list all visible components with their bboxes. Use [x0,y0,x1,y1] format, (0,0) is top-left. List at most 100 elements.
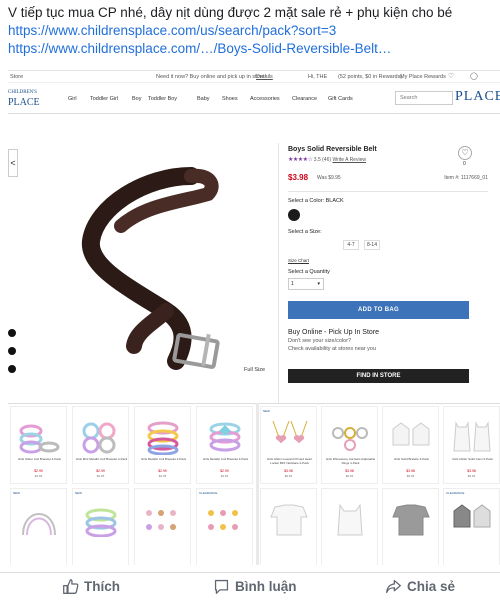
user-icon[interactable]: ◯ [470,72,478,80]
shared-screenshot[interactable]: Store Need it now? Buy online and pick u… [8,70,500,565]
product-card[interactable] [321,488,378,565]
pickup-title: Buy Online - Pick Up In Store [288,329,380,336]
nav-shoes[interactable]: Shoes [222,96,238,102]
product-title: Boys Solid Reversible Belt [288,146,377,153]
carousel-dot[interactable] [8,329,16,337]
share-label: Chia sẻ [407,578,456,594]
search-input[interactable]: Search [395,91,453,105]
nav-toddler-boy[interactable]: Toddler Boy [148,96,177,102]
divider [288,191,488,192]
cami-image [453,421,491,452]
product-card[interactable]: CLEARANCE [443,488,500,565]
post-message: V tiếp tục mua CP nhé, dây nịt dùng được… [8,5,453,20]
like-button[interactable]: Thích [62,577,120,595]
share-button[interactable]: Chia sẻ [385,577,455,595]
size-chart-link[interactable]: Size Chart [288,258,488,263]
coil-bracelet-image [82,422,116,454]
quantity-label: Select a Quantity [288,269,330,275]
product-card[interactable]: NEW Girls Glitter Leopard Printed Heart … [260,406,317,484]
card-was-price: $9.95 [345,474,354,478]
product-card[interactable]: NEW [10,488,67,565]
quantity-select[interactable]: 1 ▾ [288,278,324,290]
nav-boy[interactable]: Boy [132,96,141,102]
full-size-link[interactable]: Full Size [244,367,265,373]
find-in-store-button[interactable]: FIND IN STORE [288,369,469,383]
nav-baby[interactable]: Baby [197,96,210,102]
color-swatch-black[interactable] [288,209,300,221]
nav-girl[interactable]: Girl [68,96,77,102]
card-price: $3.98 [284,469,293,473]
product-card[interactable] [134,488,191,565]
chevron-down-icon: ▾ [317,281,320,287]
card-was-price: $4.95 [158,474,167,478]
was-price: Was $9.95 [317,175,341,181]
nav-gift-cards[interactable]: Gift Cards [328,96,353,102]
card-was-price: $4.95 [96,474,105,478]
card-tag: CLEARANCE [446,491,465,495]
post-link-2[interactable]: https://www.childrensplace.com/…/Boys-So… [8,40,496,58]
color-label: Select a Color: BLACK [288,198,344,204]
store-link[interactable]: Store [10,74,23,80]
product-card[interactable]: Girls Glitter Solid Cami 3-Pack $3.98 $9… [443,406,500,484]
card-tag: CLEARANCE [199,491,218,495]
comment-button[interactable]: Bình luận [213,577,297,595]
card-was-price: $4.95 [220,474,229,478]
product-card[interactable]: Girls Rhinestone Cat Ears Adjustable Rin… [321,406,378,484]
price-row: $3.98 Was $9.95 Item #: 1117669_01 [288,173,488,185]
card-name: Girls Metallic Coil Bracelet 4-Pack [140,457,187,461]
shirt-image [392,504,430,536]
grid-divider [256,403,259,565]
product-info: Boys Solid Reversible Belt ★★★★☆ 3.5 (46… [288,146,488,383]
card-was-price: $9.95 [284,474,293,478]
divider [278,143,279,403]
review-count[interactable]: (46) [322,157,331,163]
nav-toddler-girl[interactable]: Toddler Girl [90,96,118,102]
carousel-dot[interactable] [8,347,16,355]
card-was-price: $9.95 [406,474,415,478]
pickup-subtitle: Don't see your size/color? [288,338,352,344]
necklace-image [272,420,308,444]
brand-wordmark: PLACE [455,89,500,104]
product-card[interactable] [260,488,317,565]
belt-image [81,167,220,370]
product-card[interactable]: Girls Metallic Coil Bracelet 4-Pack $2.9… [196,406,253,484]
coil-bracelet-image [209,422,241,452]
product-card[interactable]: Girls Glitter Coil Bracelet 4-Pack $2.99… [10,406,67,484]
card-name: Girls Glitter Solid Cami 3-Pack [452,457,493,461]
pickup-subtitle-2: Check availability at stores near you [288,346,377,352]
rating-value: 3.5 [313,157,321,163]
earrings-image [208,510,238,530]
product-card[interactable] [382,488,439,565]
product-card[interactable]: CLEARANCE [196,488,253,565]
product-card[interactable]: NEW [72,488,129,565]
size-option[interactable]: 4-7 [343,240,359,250]
nav-clearance[interactable]: Clearance [292,96,317,102]
share-icon [386,579,401,593]
size-option[interactable]: 8-14 [364,240,380,250]
post-link-1[interactable]: https://www.childrensplace.com/us/search… [8,22,496,40]
like-label: Thích [84,578,120,594]
carousel-dot[interactable] [8,365,16,373]
product-image[interactable] [36,146,276,379]
points: (52 points, $0 in Rewards) [338,74,403,80]
product-card[interactable]: Girls Metallic Coil Bracelet 4-Pack $2.9… [134,406,191,484]
card-name: Girls Glitter Leopard Printed Heart Lock… [266,457,313,465]
card-tag: NEW [263,409,270,413]
site-logo[interactable]: CHILDREN'S PLACE [8,88,48,110]
card-tag: NEW [75,491,82,495]
add-to-bag-button[interactable]: ADD TO BAG [288,301,469,319]
product-card[interactable]: Girls Solid Bralette 3-Pack $3.98 $9.95 [382,406,439,484]
card-was-price: $9.95 [467,474,476,478]
write-review-link[interactable]: Write A Review [332,157,366,163]
product-card[interactable]: Girls Mini Metallic Coil Bracelet 4-Pack… [72,406,129,484]
nav-accessories[interactable]: Accessories [250,96,280,102]
heart-icon[interactable]: ♡ [448,72,454,80]
carousel-prev-button[interactable]: < [8,149,18,177]
promo-text: Need it now? Buy online and pick up in s… [156,74,267,80]
earrings-image [146,510,176,530]
tank-top-image [337,503,363,536]
product-grid: Girls Glitter Coil Bracelet 4-Pack $2.99… [8,403,500,565]
my-place-rewards[interactable]: My Place Rewards [400,74,446,80]
quantity-value: 1 [291,281,294,287]
promo-details-link[interactable]: Details [256,74,273,80]
